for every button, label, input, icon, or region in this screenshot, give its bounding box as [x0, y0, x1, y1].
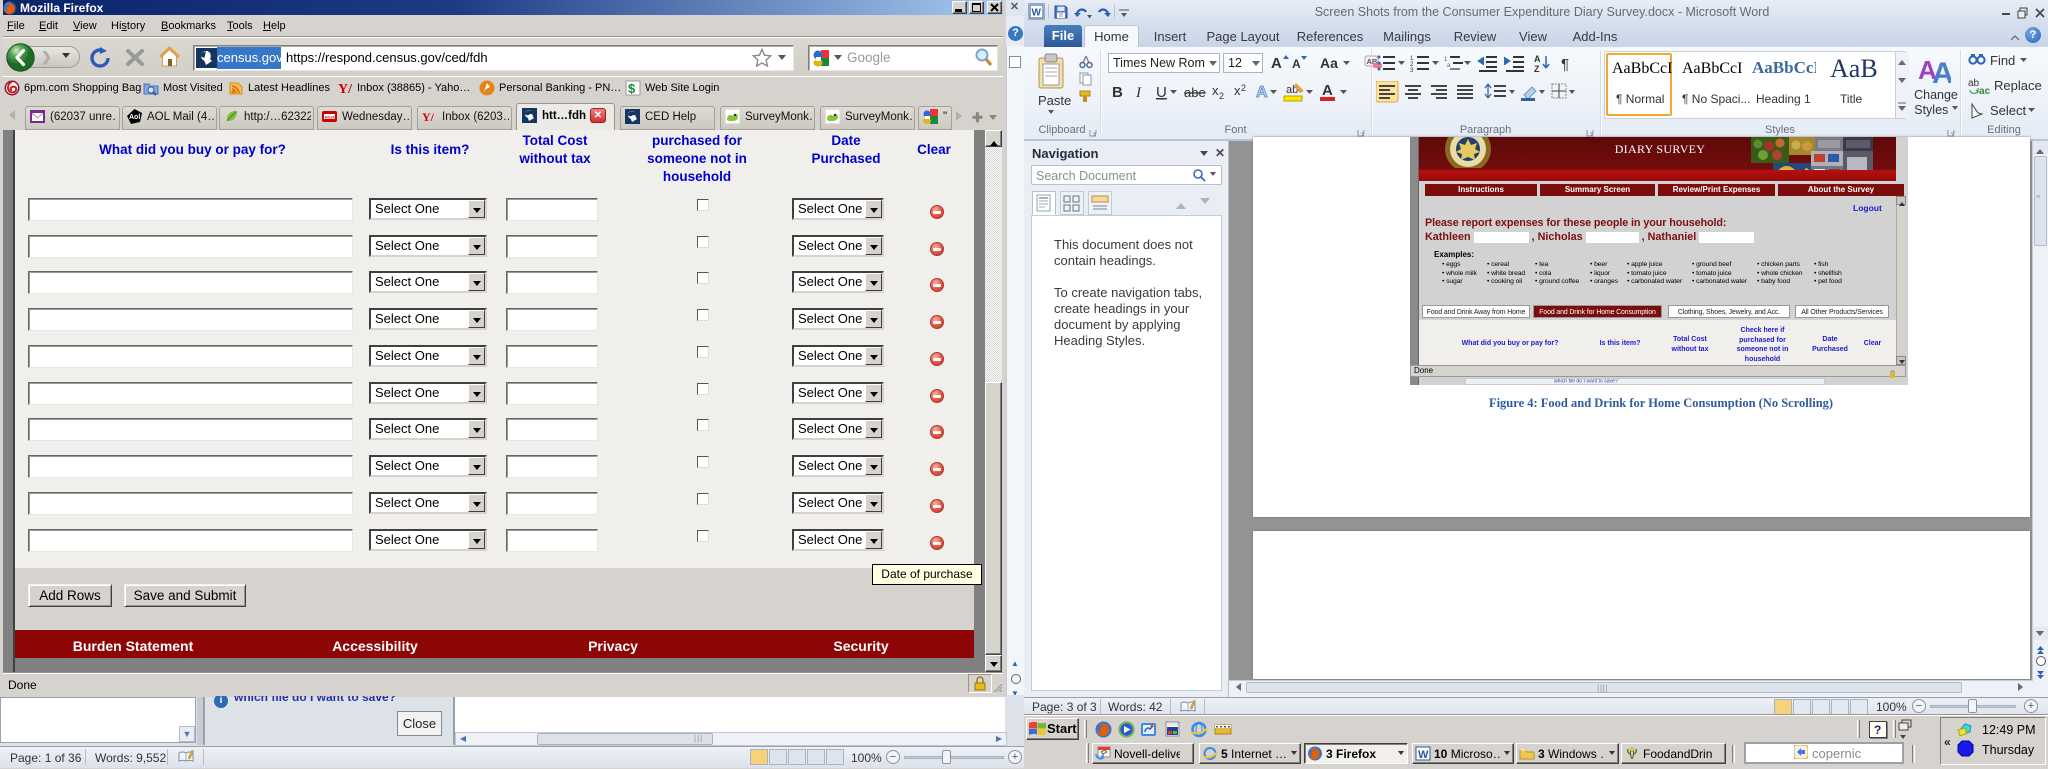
- svg-text:U: U: [1156, 84, 1167, 101]
- svg-text:abe: abe: [1184, 85, 1206, 100]
- svg-text:Paste: Paste: [1038, 93, 1071, 108]
- svg-text:2: 2: [1241, 83, 1246, 93]
- svg-text:A: A: [1322, 82, 1333, 99]
- svg-text:W: W: [1418, 749, 1429, 761]
- svg-text:W: W: [1032, 8, 1042, 19]
- svg-text:Select: Select: [1990, 103, 2027, 118]
- svg-text:ab: ab: [1968, 78, 1980, 89]
- svg-text:$: $: [628, 81, 636, 96]
- svg-text:A: A: [1256, 84, 1268, 101]
- svg-text:2: 2: [1219, 91, 1224, 101]
- svg-text:B: B: [1112, 84, 1123, 101]
- svg-text:A: A: [1932, 57, 1951, 85]
- svg-text:x: x: [1234, 83, 1241, 98]
- svg-text:Aol: Aol: [129, 114, 140, 121]
- svg-text:A: A: [1292, 57, 1301, 71]
- svg-text:lifestop: lifestop: [325, 115, 337, 120]
- svg-text:Aa: Aa: [1320, 55, 1338, 71]
- svg-text:ac: ac: [1979, 86, 1991, 97]
- svg-text:x: x: [1212, 83, 1219, 98]
- svg-text:Y/: Y/: [338, 82, 353, 96]
- svg-text:Z: Z: [1534, 64, 1540, 73]
- svg-text:Y/: Y/: [422, 110, 435, 124]
- svg-text:Replace: Replace: [1994, 78, 2042, 93]
- svg-text:3: 3: [1410, 68, 1414, 73]
- svg-text:A: A: [1534, 54, 1541, 64]
- svg-text:Find: Find: [1990, 53, 2015, 68]
- svg-text:I: I: [1135, 85, 1142, 101]
- svg-text:A: A: [1271, 55, 1282, 72]
- svg-text:¶: ¶: [1561, 56, 1569, 73]
